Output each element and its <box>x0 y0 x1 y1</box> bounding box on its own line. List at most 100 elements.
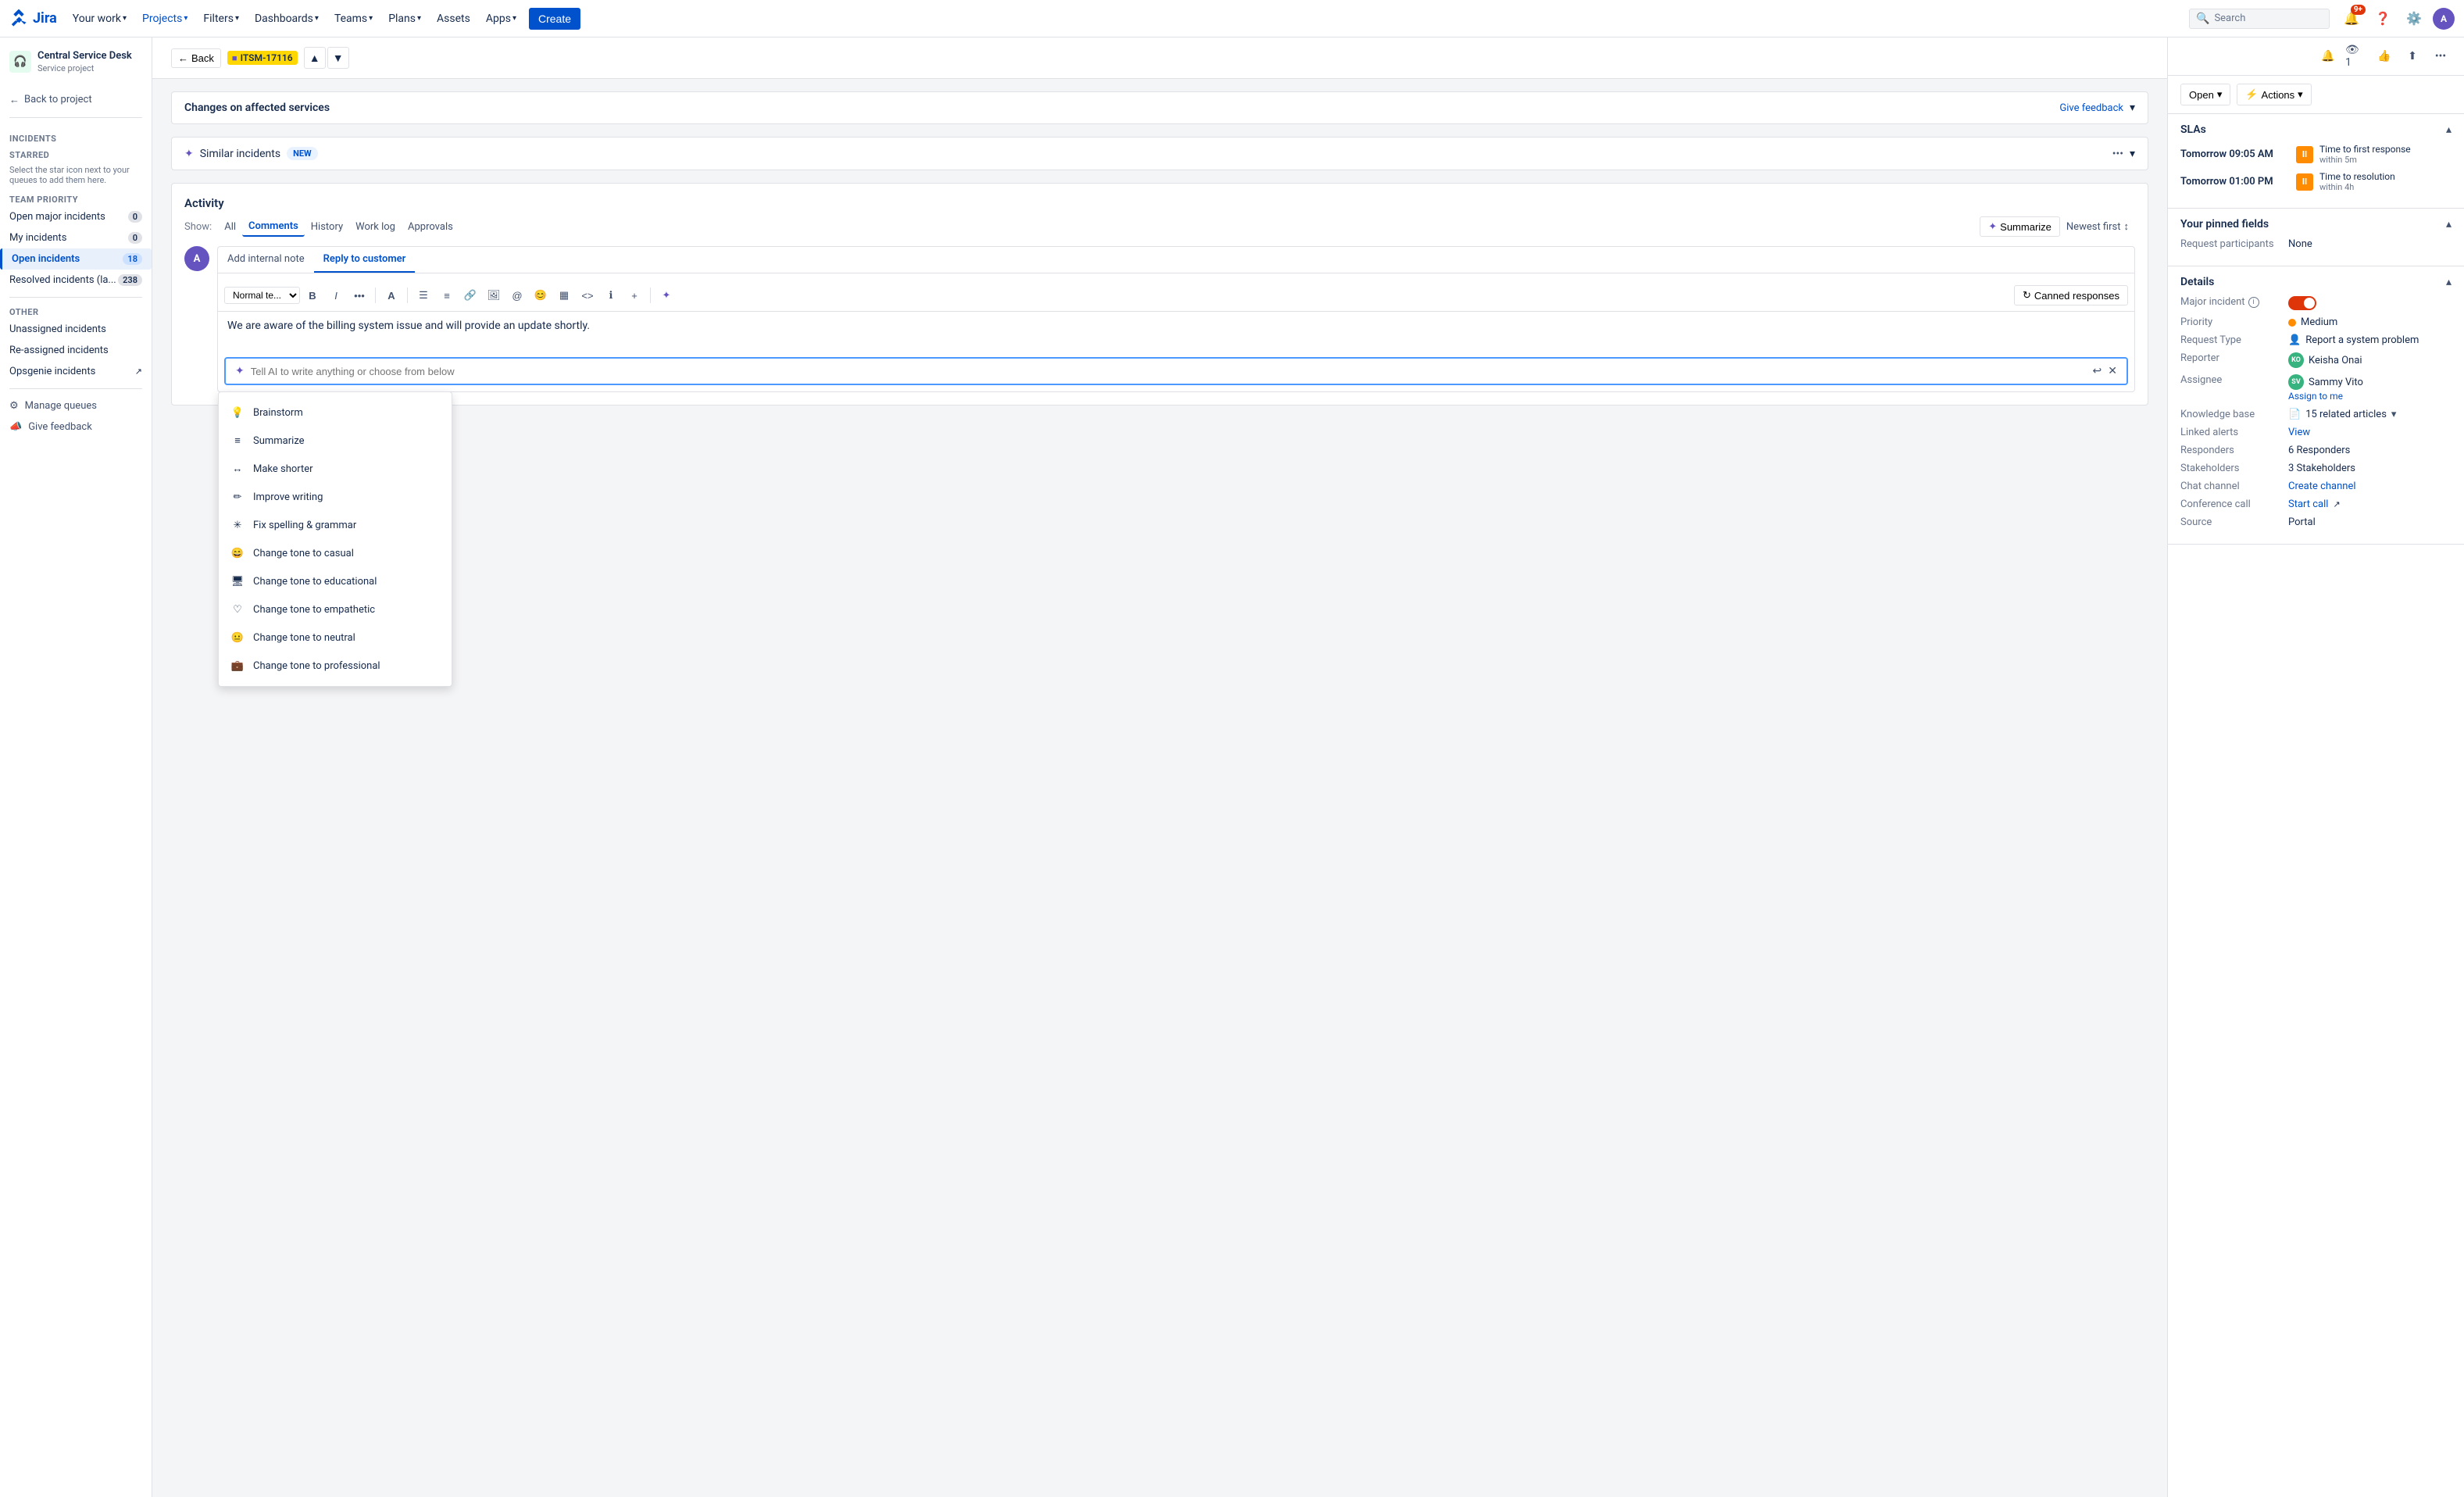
ai-brainstorm-item[interactable]: 💡 Brainstorm <box>219 398 452 427</box>
bullet-list-button[interactable]: ☰ <box>412 284 434 306</box>
sidebar-item-unassigned[interactable]: Unassigned incidents <box>0 319 152 340</box>
slas-collapse-icon[interactable]: ▴ <box>2446 123 2452 136</box>
sidebar-item-reassigned[interactable]: Re-assigned incidents <box>0 340 152 361</box>
linked-alerts-row: Linked alerts View <box>2180 427 2452 438</box>
plans-nav[interactable]: Plans <box>382 9 427 28</box>
ai-make-shorter-item[interactable]: ↔ Make shorter <box>219 455 452 483</box>
start-call-link[interactable]: Start call <box>2288 498 2328 510</box>
similar-incidents-chevron-icon[interactable]: ▾ <box>2130 148 2135 160</box>
major-incident-toggle[interactable] <box>2288 296 2316 310</box>
request-type-label: Request Type <box>2180 334 2282 346</box>
sidebar-item-resolved-incidents[interactable]: Resolved incidents (la... 238 <box>0 270 152 291</box>
projects-nav[interactable]: Projects <box>136 9 194 28</box>
ai-close-icon[interactable]: ✕ <box>2108 365 2117 377</box>
newest-first-button[interactable]: Newest first ↕ <box>2060 217 2135 236</box>
banner-title: Changes on affected services <box>184 102 330 114</box>
ai-text-input[interactable] <box>251 366 2087 377</box>
next-issue-arrow[interactable]: ▼ <box>327 47 349 69</box>
reporter-label: Reporter <box>2180 352 2282 364</box>
kb-articles-link[interactable]: 15 related articles <box>2305 409 2387 420</box>
status-button[interactable]: Open ▾ <box>2180 84 2230 105</box>
text-color-button[interactable]: A <box>380 284 402 306</box>
ai-summarize-item[interactable]: ≡ Summarize <box>219 427 452 455</box>
prev-issue-arrow[interactable]: ▲ <box>304 47 326 69</box>
chat-channel-label: Chat channel <box>2180 481 2282 492</box>
back-to-project[interactable]: ← Back to project <box>0 89 152 111</box>
help-icon[interactable]: ❓ <box>2370 6 2395 31</box>
assets-nav[interactable]: Assets <box>430 9 477 28</box>
major-incident-row: Major incident i <box>2180 296 2452 310</box>
ai-tone-professional-item[interactable]: 💼 Change tone to professional <box>219 652 452 680</box>
starred-hint: Select the star icon next to your queues… <box>0 162 152 191</box>
tab-comments[interactable]: Comments <box>242 217 305 237</box>
ai-fix-spelling-item[interactable]: ✳ Fix spelling & grammar <box>219 511 452 539</box>
insert-more-button[interactable]: + <box>623 284 645 306</box>
ai-tone-casual-item[interactable]: 😄 Change tone to casual <box>219 539 452 567</box>
numbered-list-button[interactable]: ≡ <box>436 284 458 306</box>
toggle-knob <box>2304 298 2315 309</box>
apps-nav[interactable]: Apps <box>480 9 523 28</box>
watch-icon[interactable]: 👁 1 <box>2345 45 2367 67</box>
sidebar-item-open-major[interactable]: Open major incidents 0 <box>0 206 152 227</box>
reply-to-customer-tab[interactable]: Reply to customer <box>314 247 416 273</box>
ai-tone-empathetic-item[interactable]: ♡ Change tone to empathetic <box>219 595 452 623</box>
details-collapse-icon[interactable]: ▴ <box>2446 276 2452 288</box>
ai-sparkle-button[interactable]: ✦ <box>655 284 677 306</box>
ai-tone-educational-item[interactable]: 🖥 Change tone to educational <box>219 567 452 595</box>
mention-button[interactable]: @ <box>506 284 528 306</box>
tab-approvals[interactable]: Approvals <box>402 218 459 236</box>
ai-send-icon[interactable]: ↩ <box>2093 365 2102 377</box>
thumbs-up-icon[interactable]: 👍 <box>2373 45 2395 67</box>
sidebar-item-open-incidents[interactable]: Open incidents 18 <box>0 248 152 270</box>
user-avatar[interactable]: A <box>2433 8 2455 30</box>
back-button[interactable]: ← Back <box>171 48 221 68</box>
sidebar-item-opsgenie[interactable]: Opsgenie incidents ↗ <box>0 361 152 382</box>
share-icon[interactable]: ⬆ <box>2402 45 2423 67</box>
sidebar-item-my-incidents[interactable]: My incidents 0 <box>0 227 152 248</box>
more-formatting-button[interactable]: ••• <box>348 284 370 306</box>
search-input[interactable]: 🔍 Search <box>2189 9 2330 29</box>
manage-queues-item[interactable]: ⚙ Manage queues <box>0 395 152 416</box>
tab-history[interactable]: History <box>305 218 349 236</box>
italic-button[interactable]: I <box>325 284 347 306</box>
major-incident-info-icon[interactable]: i <box>2248 297 2259 308</box>
priority-label: Priority <box>2180 316 2282 328</box>
bell-icon[interactable]: 🔔 <box>2317 45 2339 67</box>
give-feedback-item[interactable]: 📣 Give feedback <box>0 416 152 438</box>
editor-content[interactable]: We are aware of the billing system issue… <box>218 312 2134 351</box>
assign-to-me-link[interactable]: Assign to me <box>2288 391 2343 402</box>
canned-responses-button[interactable]: ↻ Canned responses <box>2014 285 2128 305</box>
tab-worklog[interactable]: Work log <box>349 218 402 236</box>
give-feedback-link[interactable]: Give feedback <box>2059 102 2123 114</box>
emoji-button[interactable]: 😊 <box>530 284 552 306</box>
ai-improve-writing-item[interactable]: ✏ Improve writing <box>219 483 452 511</box>
info-button[interactable]: ℹ <box>600 284 622 306</box>
code-button[interactable]: <> <box>577 284 598 306</box>
actions-button[interactable]: ⚡ Actions ▾ <box>2237 84 2311 105</box>
ai-tone-neutral-item[interactable]: 😐 Change tone to neutral <box>219 623 452 652</box>
kb-chevron-icon[interactable]: ▾ <box>2391 409 2397 420</box>
dashboards-nav[interactable]: Dashboards <box>248 9 325 28</box>
table-button[interactable]: ▦ <box>553 284 575 306</box>
add-internal-note-tab[interactable]: Add internal note <box>218 247 314 273</box>
teams-nav[interactable]: Teams <box>328 9 379 28</box>
tab-all[interactable]: All <box>218 218 242 236</box>
source-value: Portal <box>2288 516 2316 528</box>
bold-button[interactable]: B <box>302 284 323 306</box>
similar-incidents-dots-icon[interactable]: ••• <box>2112 148 2123 160</box>
summarize-button[interactable]: ✦ Summarize <box>1980 216 2060 237</box>
linked-alerts-link[interactable]: View <box>2288 427 2310 438</box>
your-work-nav[interactable]: Your work <box>66 9 133 28</box>
link-button[interactable]: 🔗 <box>459 284 481 306</box>
text-style-select[interactable]: Normal te... <box>224 287 300 304</box>
jira-logo[interactable]: Jira <box>9 9 57 28</box>
banner-chevron-icon[interactable]: ▾ <box>2130 102 2135 114</box>
filters-nav[interactable]: Filters <box>197 9 245 28</box>
pinned-collapse-icon[interactable]: ▴ <box>2446 218 2452 230</box>
image-button[interactable]: 🖼 <box>483 284 505 306</box>
create-channel-link[interactable]: Create channel <box>2288 481 2356 492</box>
notifications-icon[interactable]: 🔔9+ <box>2339 6 2364 31</box>
settings-icon[interactable]: ⚙️ <box>2402 6 2427 31</box>
create-button[interactable]: Create <box>529 8 580 30</box>
more-options-icon[interactable]: ••• <box>2430 45 2452 67</box>
